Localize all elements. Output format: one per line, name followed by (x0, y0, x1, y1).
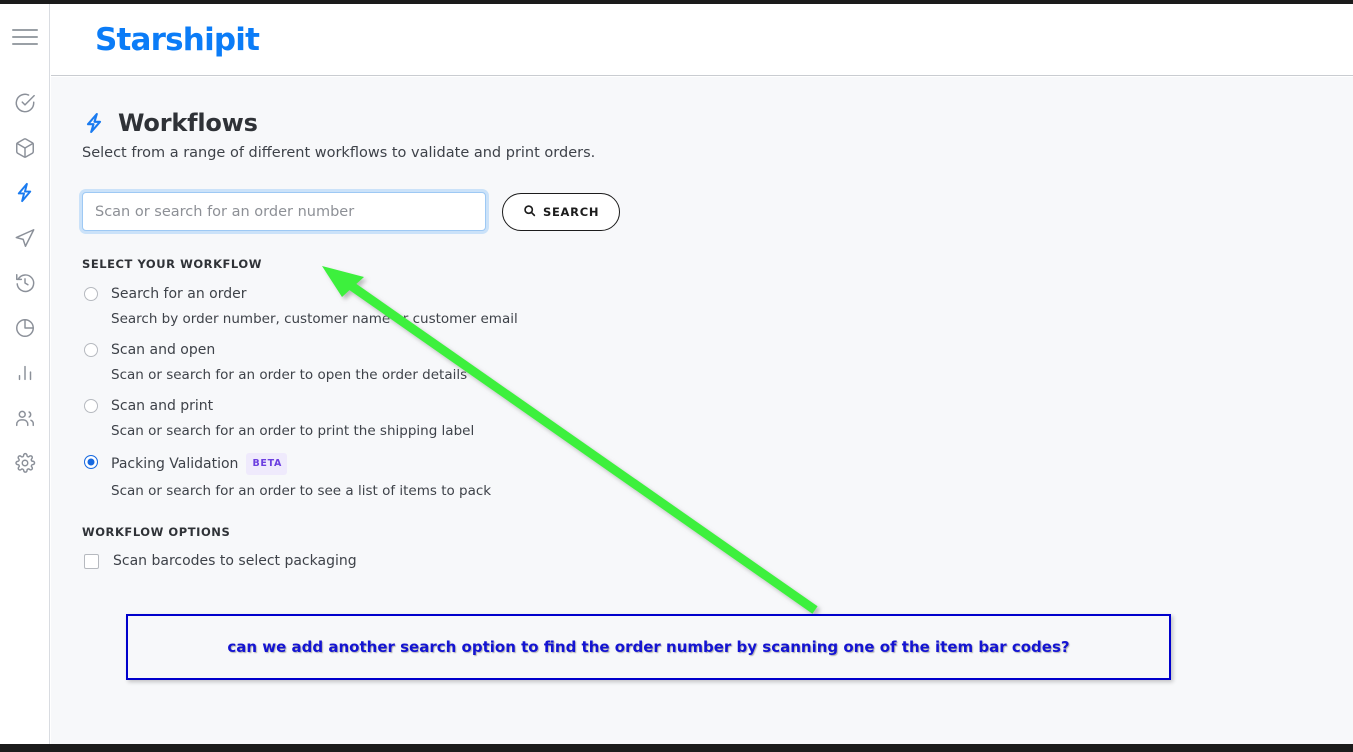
pie-chart-icon (14, 317, 36, 339)
page-title: Workflows (118, 109, 258, 137)
workflow-option-title: Search for an order (111, 286, 247, 302)
workflow-option-packing-validation[interactable]: Packing Validation BETA Scan or search f… (82, 453, 1353, 499)
radio-scan-and-print[interactable] (84, 399, 98, 413)
workflow-option-scan-and-print[interactable]: Scan and print Scan or search for an ord… (82, 397, 1353, 439)
workflow-option-title: Scan and open (111, 342, 216, 358)
search-button[interactable]: SEARCH (502, 192, 621, 231)
radio-scan-and-open[interactable] (84, 343, 98, 357)
window-bottom-edge (0, 744, 1353, 752)
hamburger-menu-icon[interactable] (11, 24, 38, 50)
history-clock-icon (14, 272, 36, 294)
scan-barcodes-row[interactable]: Scan barcodes to select packaging (82, 553, 1353, 569)
radio-packing-validation[interactable] (84, 455, 98, 469)
page-subtitle: Select from a range of different workflo… (82, 145, 596, 161)
left-nav-rail (0, 4, 50, 744)
select-workflow-heading: SELECT YOUR WORKFLOW (82, 257, 262, 271)
search-icon (523, 202, 536, 221)
workflow-option-title: Scan and print (111, 398, 214, 414)
radio-search-for-an-order[interactable] (84, 287, 98, 301)
lightning-bolt-icon (82, 111, 106, 135)
app-root: Starshipit Workflows Select from a range… (0, 0, 1353, 752)
package-icon (14, 137, 36, 159)
bar-chart-icon (14, 362, 36, 384)
workflow-options-heading: WORKFLOW OPTIONS (82, 525, 231, 539)
sidebar-item-history[interactable] (0, 260, 50, 305)
lightning-bolt-icon (13, 181, 36, 204)
starshipit-logo[interactable]: Starshipit (95, 22, 260, 58)
sidebar-item-workflows[interactable] (0, 170, 50, 215)
sidebar-item-shipments[interactable] (0, 215, 50, 260)
sidebar-item-packages[interactable] (0, 125, 50, 170)
sidebar-item-analytics[interactable] (0, 350, 50, 395)
workflow-option-scan-and-open[interactable]: Scan and open Scan or search for an orde… (82, 341, 1353, 383)
workflow-option-search-for-an-order[interactable]: Search for an order Search by order numb… (82, 285, 1353, 327)
sidebar-item-orders[interactable] (0, 80, 50, 125)
workflow-option-title: Packing Validation (111, 456, 239, 472)
gear-icon (14, 452, 36, 474)
check-circle-icon (14, 92, 36, 114)
nav-icon-list (0, 80, 50, 485)
page-title-row: Workflows (82, 109, 1353, 137)
workflows-panel: Workflows Select from a range of differe… (51, 77, 1353, 569)
users-icon (14, 407, 36, 429)
scan-barcodes-label: Scan barcodes to select packaging (113, 553, 357, 569)
sidebar-item-settings[interactable] (0, 440, 50, 485)
main-content-area: Workflows Select from a range of differe… (51, 77, 1353, 744)
workflow-option-description: Search by order number, customer name or… (111, 311, 518, 327)
sidebar-item-customers[interactable] (0, 395, 50, 440)
workflow-option-description: Scan or search for an order to print the… (111, 423, 475, 439)
scan-barcodes-checkbox[interactable] (84, 553, 99, 569)
app-header: Starshipit (51, 4, 1353, 76)
search-input[interactable] (82, 192, 486, 231)
beta-badge: BETA (246, 453, 288, 475)
sidebar-item-reports[interactable] (0, 305, 50, 350)
search-row: SEARCH (82, 192, 1353, 231)
workflow-option-description: Scan or search for an order to open the … (111, 367, 468, 383)
search-button-label: SEARCH (543, 204, 600, 219)
paper-plane-icon (14, 227, 36, 249)
workflow-option-description: Scan or search for an order to see a lis… (111, 483, 492, 499)
